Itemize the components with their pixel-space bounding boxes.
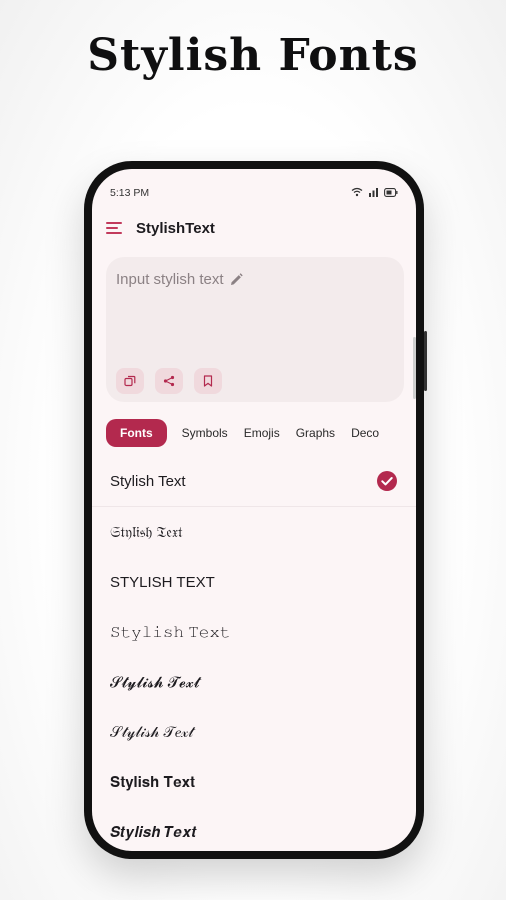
font-list: Stylish Text 𝔖𝔱𝔶𝔩𝔦𝔰𝔥 𝔗𝔢𝔵𝔱 STYLISH TEXT 𝚂… xyxy=(92,456,416,851)
font-item[interactable]: 𝐒𝐭𝐲𝐥𝐢𝐬𝐡 𝐓𝐞𝐱𝐭 xyxy=(92,757,416,807)
tab-emojis[interactable]: Emojis xyxy=(243,426,281,440)
font-item[interactable]: Stylish Text xyxy=(92,456,416,507)
battery-icon xyxy=(384,187,398,197)
font-preview: 𝑺𝒕𝒚𝒍𝒊𝒔𝒉 𝑻𝒆𝒙𝒕 xyxy=(110,823,197,841)
font-preview: 𝐒𝐭𝐲𝐥𝐢𝐬𝐡 𝐓𝐞𝐱𝐭 xyxy=(110,773,196,791)
tab-graphs[interactable]: Graphs xyxy=(295,426,336,440)
copy-button[interactable] xyxy=(116,368,144,394)
app-title: StylishText xyxy=(136,219,215,237)
input-actions xyxy=(116,368,222,394)
phone-screen: 5:13 PM StylishText Input stylish text F… xyxy=(92,169,416,851)
font-preview: 𝒮𝓉𝓎𝓁𝒾𝓈𝒽 𝒯𝑒𝓍𝓉 xyxy=(110,723,194,741)
font-item[interactable]: 𝚂𝚝𝚢𝚕𝚒𝚜𝚑 𝚃𝚎𝚡𝚝 xyxy=(92,607,416,657)
text-input-card[interactable]: Input stylish text xyxy=(106,257,404,402)
tab-deco[interactable]: Deco xyxy=(350,426,380,440)
scrollbar[interactable] xyxy=(413,337,416,399)
font-item[interactable]: 𝔖𝔱𝔶𝔩𝔦𝔰𝔥 𝔗𝔢𝔵𝔱 xyxy=(92,507,416,557)
headline: Stylish Fonts xyxy=(87,30,419,81)
font-item[interactable]: 𝓢𝓽𝔂𝓵𝓲𝓼𝓱 𝓣𝓮𝔁𝓽 xyxy=(92,657,416,707)
font-preview: STYLISH TEXT xyxy=(110,573,215,591)
check-icon xyxy=(377,471,397,491)
font-preview: 𝔖𝔱𝔶𝔩𝔦𝔰𝔥 𝔗𝔢𝔵𝔱 xyxy=(110,523,183,541)
phone-frame: 5:13 PM StylishText Input stylish text F… xyxy=(84,161,427,859)
font-item[interactable]: 𝑺𝒕𝒚𝒍𝒊𝒔𝒉 𝑻𝒆𝒙𝒕 xyxy=(92,807,416,851)
font-preview: Stylish Text xyxy=(110,472,186,490)
font-item[interactable]: 𝒮𝓉𝓎𝓁𝒾𝓈𝒽 𝒯𝑒𝓍𝓉 xyxy=(92,707,416,757)
font-item[interactable]: STYLISH TEXT xyxy=(92,557,416,607)
side-button xyxy=(424,331,427,391)
tab-fonts[interactable]: Fonts xyxy=(106,419,167,447)
font-preview: 𝚂𝚝𝚢𝚕𝚒𝚜𝚑 𝚃𝚎𝚡𝚝 xyxy=(110,623,231,641)
bookmark-button[interactable] xyxy=(194,368,222,394)
font-preview: 𝓢𝓽𝔂𝓵𝓲𝓼𝓱 𝓣𝓮𝔁𝓽 xyxy=(110,673,200,691)
pencil-icon xyxy=(230,272,243,285)
share-icon xyxy=(163,375,175,387)
share-button[interactable] xyxy=(155,368,183,394)
wifi-icon xyxy=(351,187,363,197)
menu-icon[interactable] xyxy=(106,221,124,235)
signal-icon xyxy=(369,188,378,197)
status-icons xyxy=(351,187,398,197)
input-placeholder: Input stylish text xyxy=(116,271,224,288)
tab-symbols[interactable]: Symbols xyxy=(181,426,229,440)
status-bar: 5:13 PM xyxy=(110,187,398,201)
status-time: 5:13 PM xyxy=(110,187,150,199)
app-bar: StylishText xyxy=(106,213,402,243)
category-tabs: Fonts Symbols Emojis Graphs Deco xyxy=(106,418,416,448)
text-input[interactable]: Input stylish text xyxy=(116,271,244,288)
copy-icon xyxy=(124,375,136,387)
bookmark-icon xyxy=(203,375,213,387)
